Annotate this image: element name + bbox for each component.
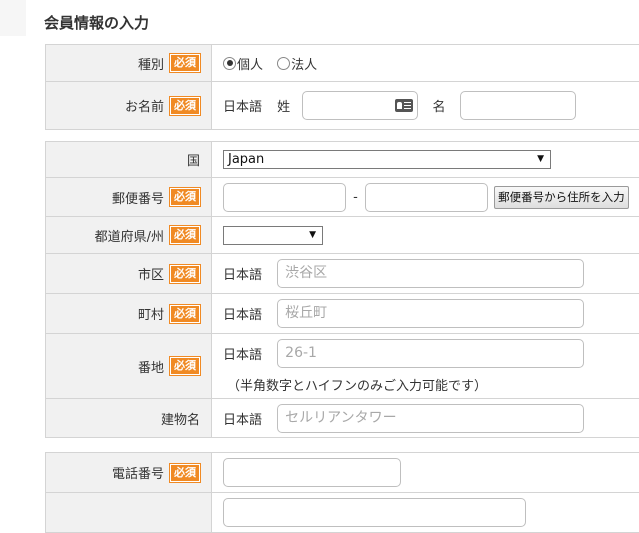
type-input-cell: 個人 法人 (212, 45, 639, 82)
first-name-input[interactable] (460, 91, 576, 120)
next-label-cell (46, 493, 212, 533)
radio-corporate-circle[interactable] (277, 57, 290, 70)
row-country: 国 Japan ▼ (46, 142, 639, 178)
country-select[interactable]: Japan ▼ (223, 150, 551, 169)
mei-label: 名 (432, 100, 445, 115)
building-input[interactable]: セルリアンタワー (277, 404, 584, 433)
row-phone: 電話番号必須 (46, 453, 639, 493)
required-badge: 必須 (170, 265, 200, 283)
name-label: お名前 (125, 100, 164, 115)
phone-input[interactable] (223, 458, 401, 487)
left-shade (0, 0, 26, 36)
member-type-name-table: 種別必須 個人 法人 お名前必須 日本語 姓 名 ▯ (45, 44, 639, 130)
country-value: Japan (228, 152, 264, 167)
city-input-cell: 日本語 渋谷区 (212, 254, 639, 294)
last-name-input[interactable] (302, 91, 418, 120)
pref-input-cell: ▼ (212, 217, 639, 254)
city-label: 市区 (138, 268, 164, 283)
addr-input-cell: 日本語 26-1 （半角数字とハイフンのみご入力可能です） (212, 334, 639, 399)
lang-label: 日本語 (223, 268, 262, 283)
row-building: 建物名 日本語 セルリアンタワー (46, 399, 639, 438)
row-address: 番地必須 日本語 26-1 （半角数字とハイフンのみご入力可能です） (46, 334, 639, 399)
bldg-input-cell: 日本語 セルリアンタワー (212, 399, 639, 438)
city-label-cell: 市区必須 (46, 254, 212, 294)
town-input[interactable]: 桜丘町 (277, 299, 584, 328)
town-input-cell: 日本語 桜丘町 (212, 294, 639, 334)
postal-label: 郵便番号 (112, 192, 164, 207)
bldg-label-cell: 建物名 (46, 399, 212, 438)
page-title: 会員情報の入力 (44, 12, 149, 33)
next-input-cell (212, 493, 639, 533)
addr-label-cell: 番地必須 (46, 334, 212, 399)
address-input[interactable]: 26-1 (277, 339, 584, 368)
bldg-label: 建物名 (161, 413, 200, 428)
required-badge: 必須 (170, 305, 200, 323)
town-label: 町村 (138, 308, 164, 323)
address-table: 国 Japan▼ 郵便番号必須 - 郵便番号から住所を入力 都道府県/州必須 ▼… (45, 141, 639, 438)
postal-label-cell: 郵便番号必須 (46, 178, 212, 217)
required-badge: 必須 (170, 97, 200, 115)
row-postal: 郵便番号必須 - 郵便番号から住所を入力 (46, 178, 639, 217)
postal-code-input-2[interactable] (365, 183, 488, 212)
row-city: 市区必須 日本語 渋谷区 (46, 254, 639, 294)
row-name: お名前必須 日本語 姓 名 ▯ (46, 82, 639, 130)
postal-separator: - (353, 190, 358, 205)
type-label-cell: 種別必須 (46, 45, 212, 82)
required-badge: 必須 (170, 357, 200, 375)
radio-individual-label: 個人 (237, 58, 263, 73)
country-label-cell: 国 (46, 142, 212, 178)
town-label-cell: 町村必須 (46, 294, 212, 334)
lang-label: 日本語 (223, 348, 262, 363)
radio-corporate-label: 法人 (291, 58, 317, 73)
phone-input-cell (212, 453, 639, 493)
radio-corporate[interactable]: 法人 (277, 56, 317, 71)
postal-input-cell: - 郵便番号から住所を入力 (212, 178, 639, 217)
radio-individual[interactable]: 個人 (223, 56, 263, 71)
required-badge: 必須 (170, 464, 200, 482)
lang-label: 日本語 (223, 308, 262, 323)
pref-label: 都道府県/州 (95, 230, 164, 245)
country-label: 国 (187, 154, 200, 169)
phone-label: 電話番号 (112, 467, 164, 482)
phone-label-cell: 電話番号必須 (46, 453, 212, 493)
radio-individual-circle[interactable] (223, 57, 236, 70)
row-type: 種別必須 個人 法人 (46, 45, 639, 82)
next-input[interactable] (223, 498, 526, 527)
lang-label: 日本語 (223, 413, 262, 428)
address-note: （半角数字とハイフンのみご入力可能です） (227, 375, 639, 394)
row-prefecture: 都道府県/州必須 ▼ (46, 217, 639, 254)
dropdown-arrow-icon: ▼ (537, 151, 544, 168)
address-lookup-button[interactable]: 郵便番号から住所を入力 (494, 186, 629, 209)
contact-card-icon[interactable] (395, 99, 413, 112)
type-label: 種別 (138, 58, 164, 73)
prefecture-select[interactable]: ▼ (223, 226, 323, 245)
row-next (46, 493, 639, 533)
row-town: 町村必須 日本語 桜丘町 (46, 294, 639, 334)
required-badge: 必須 (170, 226, 200, 244)
addr-label: 番地 (138, 361, 164, 376)
name-input-cell: 日本語 姓 名 ▯ (212, 82, 639, 130)
required-badge: 必須 (170, 54, 200, 72)
dropdown-arrow-icon: ▼ (309, 227, 316, 244)
name-label-cell: お名前必須 (46, 82, 212, 130)
country-input-cell: Japan ▼ (212, 142, 639, 178)
phone-table: 電話番号必須 (45, 452, 639, 533)
city-input[interactable]: 渋谷区 (277, 259, 584, 288)
postal-code-input-1[interactable] (223, 183, 346, 212)
lang-label: 日本語 (223, 100, 262, 115)
pref-label-cell: 都道府県/州必須 (46, 217, 212, 254)
required-badge: 必須 (170, 188, 200, 206)
sei-label: 姓 (277, 100, 290, 115)
